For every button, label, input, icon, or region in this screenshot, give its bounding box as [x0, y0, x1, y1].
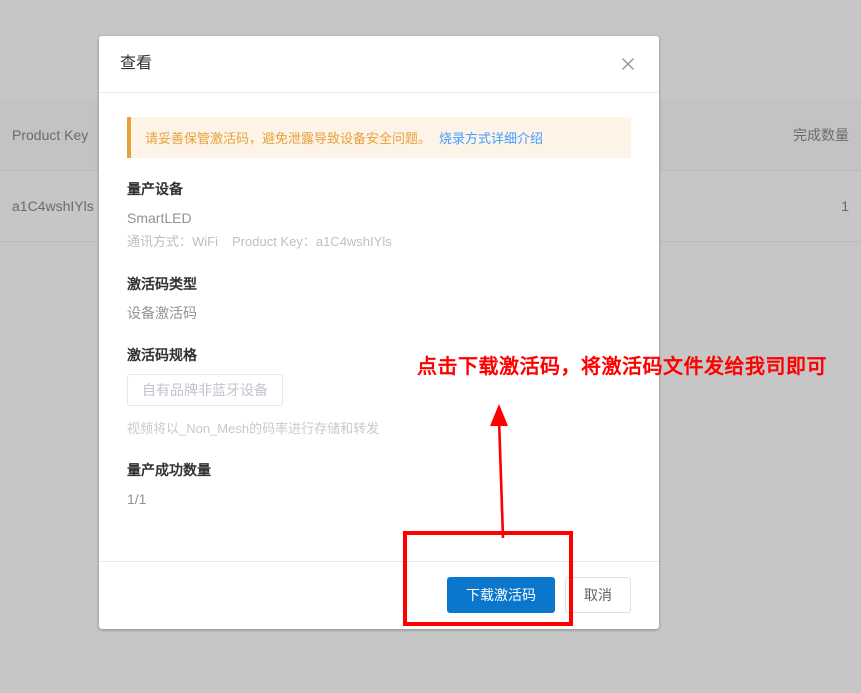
section-title-production-device: 量产设备 — [127, 181, 183, 197]
comm-type-value: WiFi — [192, 234, 219, 250]
dialog-footer: 下载激活码 取消 — [99, 561, 659, 629]
success-count-value: 1/1 — [127, 490, 147, 507]
comm-type-label: 通讯方式： — [127, 234, 193, 250]
activation-code-type-value: 设备激活码 — [127, 305, 197, 322]
section-production-device: 量产设备 SmartLED 通讯方式：WiFi Product Key：a1C4w… — [127, 180, 631, 253]
product-key-value: a1C4wshIYls — [315, 234, 392, 250]
section-title-success-count: 量产成功数量 — [127, 461, 211, 478]
section-success-count: 量产成功数量 1/1 — [127, 461, 631, 510]
cancel-button[interactable]: 取消 — [565, 577, 631, 613]
product-key-label: Product Key： — [232, 234, 316, 250]
security-alert-banner: 请妥善保管激活码，避免泄露导致设备安全问题。 烧录方式详细介绍 — [127, 117, 631, 158]
burn-method-guide-link[interactable]: 烧录方式详细介绍 — [439, 128, 543, 147]
close-icon[interactable] — [617, 53, 639, 75]
section-title-activation-code-spec: 激活码规格 — [127, 347, 197, 364]
section-activation-code-type: 激活码类型 设备激活码 — [127, 275, 631, 324]
activation-code-spec-field: 自有品牌非蓝牙设备 — [127, 374, 283, 407]
device-meta-row: 通讯方式：WiFi Product Key：a1C4wshIYls — [127, 232, 631, 253]
dialog-title: 查看 — [120, 55, 153, 72]
device-name-value: SmartLED — [127, 210, 192, 227]
section-activation-code-spec: 激活码规格 自有品牌非蓝牙设备 视频将以_Non_Mesh的码率进行存储和转发 — [127, 346, 631, 438]
dialog-body: 请妥善保管激活码，避免泄露导致设备安全问题。 烧录方式详细介绍 量产设备 Sma… — [99, 93, 659, 561]
section-title-activation-code-type: 激活码类型 — [127, 275, 197, 292]
view-activation-code-dialog: 查看 请妥善保管激活码，避免泄露导致设备安全问题。 烧录方式详细介绍 量产设备 … — [99, 36, 659, 629]
activation-code-spec-hint: 视频将以_Non_Mesh的码率进行存储和转发 — [127, 421, 380, 437]
download-activation-code-button[interactable]: 下载激活码 — [447, 577, 555, 613]
dialog-header: 查看 — [99, 36, 659, 93]
alert-message: 请妥善保管激活码，避免泄露导致设备安全问题。 — [145, 131, 432, 146]
